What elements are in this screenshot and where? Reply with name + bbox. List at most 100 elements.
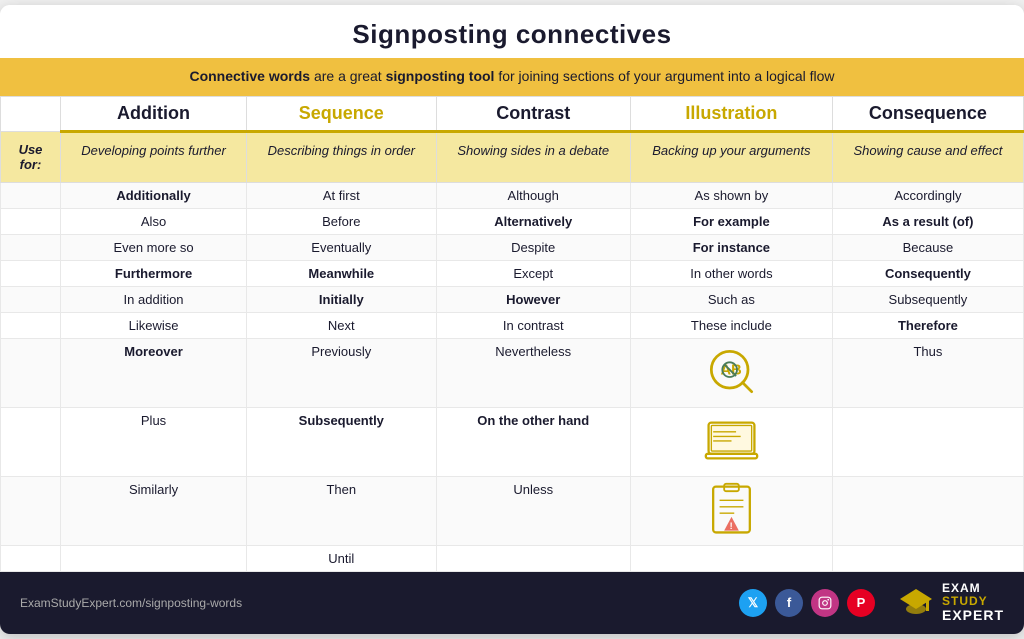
- cell-addition-7: Plus: [61, 407, 247, 476]
- cell-addition-1: Also: [61, 208, 247, 234]
- cell-illustration-4: Such as: [630, 286, 832, 312]
- cell-contrast-7: On the other hand: [436, 407, 630, 476]
- row-label-empty: [1, 286, 61, 312]
- cell-illustration-0: As shown by: [630, 182, 832, 208]
- bold-word: Additionally: [116, 188, 190, 203]
- cell-illustration-5: These include: [630, 312, 832, 338]
- bold-word: Moreover: [124, 344, 183, 359]
- row-label-empty: [1, 260, 61, 286]
- cell-sequence-4: Initially: [247, 286, 436, 312]
- cell-contrast-9: [436, 545, 630, 571]
- table-row: AlsoBeforeAlternativelyFor exampleAs a r…: [1, 208, 1024, 234]
- cell-contrast-3: Except: [436, 260, 630, 286]
- use-for-sequence: Describing things in order: [247, 131, 436, 182]
- row-label-empty: [1, 208, 61, 234]
- cell-contrast-8: Unless: [436, 476, 630, 545]
- connectives-table: Addition Sequence Contrast Illustration …: [0, 96, 1024, 572]
- brand-text: EXAM STUDY EXPERT: [942, 582, 1004, 624]
- cell-sequence-6: Previously: [247, 338, 436, 407]
- row-label-empty: [1, 476, 61, 545]
- row-label-empty: [1, 182, 61, 208]
- cell-contrast-1: Alternatively: [436, 208, 630, 234]
- col-header-contrast: Contrast: [436, 96, 630, 131]
- cell-contrast-0: Although: [436, 182, 630, 208]
- subtitle-rest: for joining sections of your argument in…: [494, 68, 834, 84]
- bold-word: Therefore: [898, 318, 958, 333]
- cell-illustration-6: AB: [630, 338, 832, 407]
- pinterest-icon[interactable]: P: [847, 589, 875, 617]
- cell-illustration-9: [630, 545, 832, 571]
- footer-url: ExamStudyExpert.com/signposting-words: [20, 596, 242, 610]
- col-header-addition: Addition: [61, 96, 247, 131]
- cell-sequence-3: Meanwhile: [247, 260, 436, 286]
- row-label-empty: [1, 338, 61, 407]
- cell-addition-9: [61, 545, 247, 571]
- footer: ExamStudyExpert.com/signposting-words 𝕏 …: [0, 572, 1024, 634]
- bold-word: Subsequently: [299, 413, 384, 428]
- svg-text:!: !: [730, 521, 733, 531]
- clipboard-warning-illustration: !: [704, 482, 759, 537]
- cell-sequence-9: Until: [247, 545, 436, 571]
- table-row: Moreover PreviouslyNevertheless AB Thus: [1, 338, 1024, 407]
- bold-word: Initially: [319, 292, 364, 307]
- subtitle-bar: Connective words are a great signposting…: [0, 58, 1024, 96]
- cell-consequence-2: Because: [832, 234, 1023, 260]
- cell-sequence-0: At first: [247, 182, 436, 208]
- cell-consequence-8: [832, 476, 1023, 545]
- cell-addition-2: Even more so: [61, 234, 247, 260]
- col-header-sequence: Sequence: [247, 96, 436, 131]
- cell-consequence-9: [832, 545, 1023, 571]
- cell-illustration-2: For instance: [630, 234, 832, 260]
- cell-consequence-7: [832, 407, 1023, 476]
- cell-contrast-5: In contrast: [436, 312, 630, 338]
- cell-consequence-1: As a result (of): [832, 208, 1023, 234]
- footer-social-icons: 𝕏 f P EXAM STUDY EXPERT: [739, 582, 1004, 624]
- use-for-illustration: Backing up your arguments: [630, 131, 832, 182]
- table-row: FurthermoreMeanwhileExceptIn other words…: [1, 260, 1024, 286]
- use-for-contrast: Showing sides in a debate: [436, 131, 630, 182]
- table-row: In additionInitiallyHoweverSuch asSubseq…: [1, 286, 1024, 312]
- bold-word: For instance: [693, 240, 770, 255]
- brand-logo: EXAM STUDY EXPERT: [898, 582, 1004, 624]
- use-for-addition: Developing points further: [61, 131, 247, 182]
- subtitle-bold2: signposting tool: [386, 68, 495, 84]
- table-row: Until: [1, 545, 1024, 571]
- twitter-icon[interactable]: 𝕏: [739, 589, 767, 617]
- laptop-illustration: [704, 413, 759, 468]
- cell-consequence-6: Thus: [832, 338, 1023, 407]
- cell-addition-6: Moreover: [61, 338, 247, 407]
- ab-search-illustration: AB: [704, 344, 759, 399]
- col-header-illustration: Illustration: [630, 96, 832, 131]
- cell-illustration-8: !: [630, 476, 832, 545]
- cell-sequence-7: Subsequently: [247, 407, 436, 476]
- cell-sequence-2: Eventually: [247, 234, 436, 260]
- instagram-icon[interactable]: [811, 589, 839, 617]
- subtitle-intro: are a great: [310, 68, 386, 84]
- brand-graduation-icon: [898, 585, 934, 621]
- cell-addition-5: Likewise: [61, 312, 247, 338]
- subtitle-bold1: Connective words: [189, 68, 310, 84]
- row-label-empty: [1, 545, 61, 571]
- cell-illustration-7: [630, 407, 832, 476]
- row-label-empty: [1, 407, 61, 476]
- col-header-consequence: Consequence: [832, 96, 1023, 131]
- table-row: AdditionallyAt firstAlthoughAs shown byA…: [1, 182, 1024, 208]
- cell-addition-0: Additionally: [61, 182, 247, 208]
- bold-word: For example: [693, 214, 770, 229]
- bold-word: Alternatively: [494, 214, 572, 229]
- bold-word: As a result (of): [882, 214, 973, 229]
- bold-word: On the other hand: [477, 413, 589, 428]
- facebook-icon[interactable]: f: [775, 589, 803, 617]
- bold-word: However: [506, 292, 560, 307]
- table-row: SimilarlyThenUnless !: [1, 476, 1024, 545]
- bold-word: Meanwhile: [308, 266, 374, 281]
- use-for-consequence: Showing cause and effect: [832, 131, 1023, 182]
- cell-sequence-5: Next: [247, 312, 436, 338]
- table-row: LikewiseNextIn contrastThese include Ther…: [1, 312, 1024, 338]
- table-row: Even more soEventuallyDespiteFor instanc…: [1, 234, 1024, 260]
- cell-contrast-6: Nevertheless: [436, 338, 630, 407]
- title-bar: Signposting connectives: [0, 5, 1024, 58]
- bold-word: Furthermore: [115, 266, 192, 281]
- bold-word: Consequently: [885, 266, 971, 281]
- cell-consequence-5: Therefore: [832, 312, 1023, 338]
